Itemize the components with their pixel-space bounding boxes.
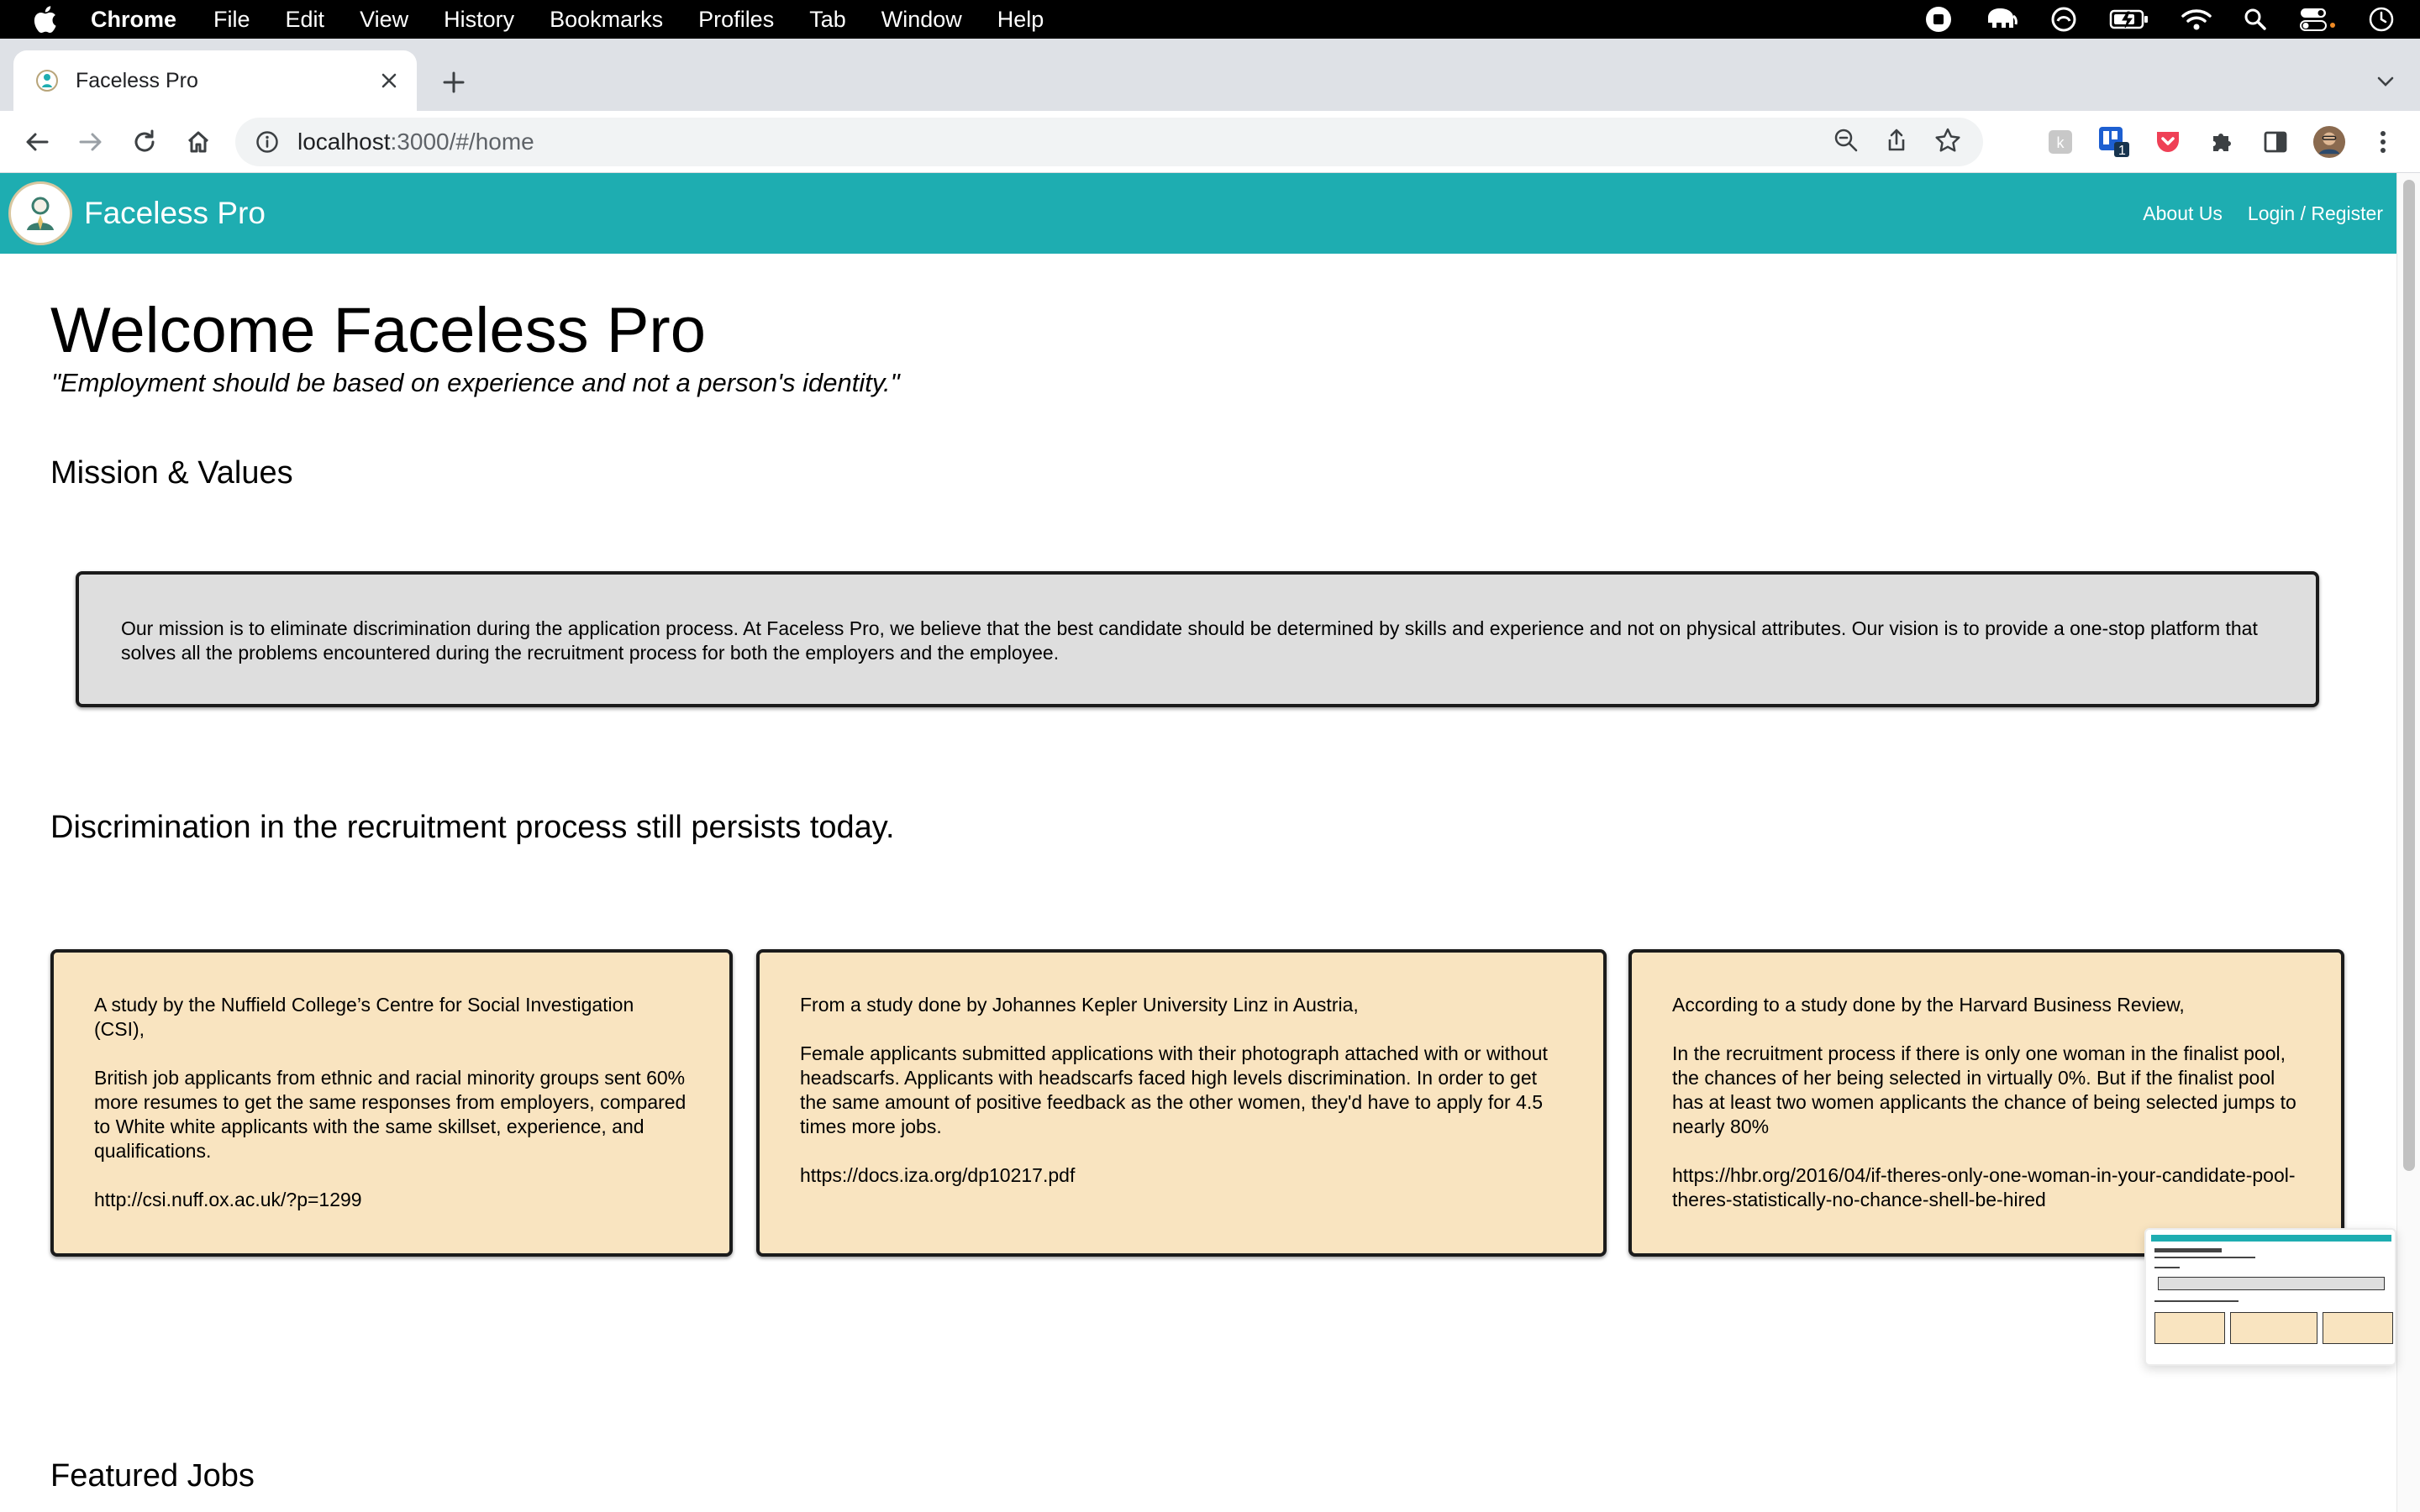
card-link[interactable]: https://docs.iza.org/dp10217.pdf <box>800 1163 1563 1188</box>
apple-menu-icon[interactable] <box>29 3 60 35</box>
wifi-icon[interactable] <box>2181 8 2212 31</box>
preview-heading-line <box>2154 1267 2180 1268</box>
chrome-menu-kebab-icon[interactable] <box>2366 125 2400 159</box>
tab-search-chevron-down-icon[interactable] <box>2373 69 2398 94</box>
control-center-icon[interactable] <box>2299 7 2336 32</box>
menu-bar-status-area <box>1924 0 2395 39</box>
browser-toolbar: localhost:3000/#/home k 1 <box>0 111 2420 173</box>
menu-profiles[interactable]: Profiles <box>698 7 774 33</box>
elephant-icon[interactable] <box>1985 6 2018 33</box>
mission-text: Our mission is to eliminate discriminati… <box>121 617 2258 664</box>
back-arrow-icon[interactable] <box>20 125 54 159</box>
side-panel-icon[interactable] <box>2259 125 2292 159</box>
faceless-pro-logo-icon[interactable] <box>8 181 72 245</box>
discrimination-heading: Discrimination in the recruitment proces… <box>50 810 895 845</box>
svg-text:k: k <box>2057 134 2065 151</box>
card-intro: From a study done by Johannes Kepler Uni… <box>800 994 1359 1016</box>
battery-icon[interactable] <box>2109 8 2149 30</box>
menu-bookmarks[interactable]: Bookmarks <box>550 7 663 33</box>
address-bar[interactable]: localhost:3000/#/home <box>235 118 1983 166</box>
tab-faceless-pro[interactable]: Faceless Pro <box>13 50 417 111</box>
card-body: In the recruitment process if there is o… <box>1672 1042 2296 1137</box>
preview-card <box>2230 1312 2317 1344</box>
profile-avatar[interactable] <box>2312 125 2346 159</box>
site-nav-links: About Us Login / Register <box>2143 173 2383 254</box>
card-link[interactable]: http://csi.nuff.ox.ac.uk/?p=1299 <box>94 1188 689 1212</box>
macos-menu-bar: Chrome File Edit View History Bookmarks … <box>0 0 2420 39</box>
nav-link-about-us[interactable]: About Us <box>2143 202 2223 225</box>
zoom-icon[interactable] <box>1833 128 1859 157</box>
address-bar-actions <box>1833 118 1961 166</box>
nav-link-login-register[interactable]: Login / Register <box>2248 202 2383 225</box>
spotlight-search-icon[interactable] <box>2244 8 2267 31</box>
home-icon[interactable] <box>182 125 215 159</box>
card-intro: A study by the Nuffield College’s Centre… <box>94 994 634 1040</box>
record-icon[interactable] <box>1924 5 1953 34</box>
study-card-kepler: From a study done by Johannes Kepler Uni… <box>756 949 1607 1257</box>
tagline-quote: "Employment should be based on experienc… <box>51 368 900 397</box>
site-navbar: Faceless Pro About Us Login / Register <box>0 173 2396 254</box>
preview-card <box>2154 1312 2225 1344</box>
extensions-puzzle-icon[interactable] <box>2205 125 2238 159</box>
card-body: British job applicants from ethnic and r… <box>94 1067 687 1162</box>
scrollbar-thumb[interactable] <box>2403 180 2415 1171</box>
share-icon[interactable] <box>1884 128 1909 157</box>
card-body: Female applicants submitted applications… <box>800 1042 1548 1137</box>
grey-extension-icon[interactable]: k <box>2044 125 2077 159</box>
page-content: Welcome Faceless Pro "Employment should … <box>0 254 2396 1512</box>
url-path: :3000/#/home <box>390 129 534 155</box>
close-tab-icon[interactable] <box>376 68 402 93</box>
menu-edit[interactable]: Edit <box>286 7 325 33</box>
page-thumbnail-preview[interactable] <box>2144 1228 2396 1366</box>
sync-icon[interactable] <box>2050 6 2077 33</box>
reload-icon[interactable] <box>128 125 161 159</box>
url-text[interactable]: localhost:3000/#/home <box>297 129 534 155</box>
new-tab-plus-icon[interactable] <box>439 67 469 97</box>
url-host: localhost <box>297 129 391 155</box>
preview-mission-box <box>2158 1277 2385 1290</box>
study-card-harvard: According to a study done by the Harvard… <box>1628 949 2344 1257</box>
card-link[interactable]: https://hbr.org/2016/04/if-theres-only-o… <box>1672 1163 2301 1212</box>
preview-title-line <box>2154 1248 2222 1252</box>
preview-heading-line <box>2154 1300 2238 1302</box>
menu-history[interactable]: History <box>444 7 514 33</box>
study-card-nuffield: A study by the Nuffield College’s Centre… <box>50 949 733 1257</box>
faceless-pro-favicon-icon <box>35 69 59 92</box>
forward-arrow-icon[interactable] <box>74 125 108 159</box>
page-title: Welcome Faceless Pro <box>50 295 706 366</box>
menu-view[interactable]: View <box>360 7 408 33</box>
menu-file[interactable]: File <box>213 7 250 33</box>
menu-tab[interactable]: Tab <box>809 7 846 33</box>
menu-app-chrome[interactable]: Chrome <box>91 7 176 33</box>
featured-jobs-heading: Featured Jobs <box>50 1458 255 1494</box>
preview-navbar <box>2151 1235 2391 1242</box>
menu-window[interactable]: Window <box>881 7 962 33</box>
site-info-icon[interactable] <box>254 129 281 155</box>
browser-tab-strip: Faceless Pro <box>0 39 2420 111</box>
mission-box: Our mission is to eliminate discriminati… <box>76 571 2319 707</box>
bookmark-star-icon[interactable] <box>1934 127 1961 158</box>
preview-card <box>2323 1312 2393 1344</box>
mission-heading: Mission & Values <box>50 455 293 491</box>
extension-badge-count: 1 <box>2118 144 2126 158</box>
trello-extension-icon[interactable]: 1 <box>2097 125 2131 159</box>
menu-help[interactable]: Help <box>997 7 1044 33</box>
preview-quote-line <box>2154 1257 2255 1258</box>
clock-icon[interactable] <box>2368 6 2395 33</box>
tab-title: Faceless Pro <box>76 68 198 92</box>
page-scrollbar[interactable] <box>2396 173 2420 1512</box>
pocket-extension-icon[interactable] <box>2151 125 2185 159</box>
site-brand-name[interactable]: Faceless Pro <box>84 196 266 231</box>
card-intro: According to a study done by the Harvard… <box>1672 994 2185 1016</box>
